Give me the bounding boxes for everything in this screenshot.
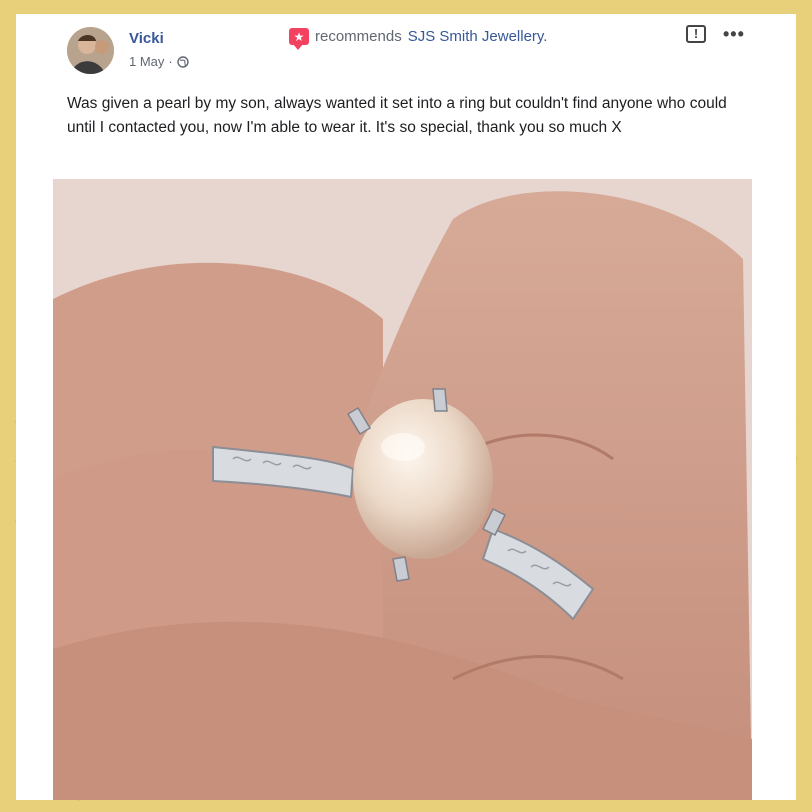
post-text: Was given a pearl by my son, always want… (67, 95, 727, 136)
facebook-recommendation-post: Vicki 1 May · ★ recommends SJS Smith Jew… (16, 14, 796, 800)
meta-separator: · (168, 54, 173, 69)
post-timestamp[interactable]: 1 May (129, 54, 164, 69)
ring-photo-illustration (53, 179, 752, 800)
recommend-star-icon: ★ (289, 28, 309, 50)
post-meta: 1 May · (129, 54, 189, 69)
globe-icon[interactable] (177, 55, 189, 68)
more-options-icon[interactable]: ••• (723, 24, 745, 45)
report-icon[interactable]: ! (686, 25, 706, 43)
post-photo[interactable] (53, 179, 752, 800)
recommends-label: recommends (315, 28, 402, 45)
recommendation-line: ★ recommends SJS Smith Jewellery. (289, 28, 548, 50)
page-link[interactable]: SJS Smith Jewellery. (408, 28, 548, 45)
author-avatar[interactable] (67, 27, 114, 74)
author-name[interactable]: Vicki (129, 30, 164, 47)
